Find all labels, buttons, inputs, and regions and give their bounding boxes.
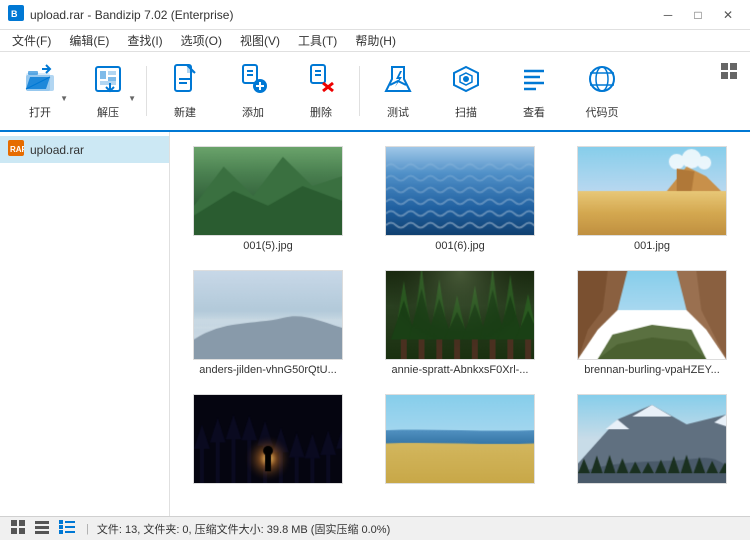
new-icon — [169, 63, 201, 100]
open-button[interactable]: 打开 ▼ — [8, 57, 72, 125]
main-area: RAR upload.rar 001(5).jpg 001(6).jpg 001… — [0, 132, 750, 516]
title-bar-left: B upload.rar - Bandizip 7.02 (Enterprise… — [8, 5, 233, 24]
minimize-button[interactable]: ─ — [654, 5, 682, 25]
sidebar-item-label: upload.rar — [30, 143, 84, 157]
menu-help[interactable]: 帮助(H) — [347, 30, 404, 51]
codepage-label: 代码页 — [586, 104, 619, 120]
list-view-button[interactable] — [32, 519, 52, 538]
status-bar: | 文件: 13, 文件夹: 0, 压缩文件大小: 39.8 MB (固实压缩 … — [0, 516, 750, 540]
maximize-button[interactable]: □ — [684, 5, 712, 25]
file-name-0: 001(5).jpg — [243, 240, 293, 252]
thumb-image-5 — [577, 270, 727, 360]
delete-label: 删除 — [310, 104, 332, 120]
file-name-1: 001(6).jpg — [435, 240, 485, 252]
file-item-1[interactable]: 001(6).jpg — [372, 142, 548, 256]
title-text: upload.rar - Bandizip 7.02 (Enterprise) — [30, 8, 233, 22]
detail-view-button[interactable] — [56, 519, 78, 538]
codepage-icon — [586, 63, 618, 100]
scan-icon — [450, 63, 482, 100]
sep-2 — [359, 66, 360, 116]
view-label: 查看 — [523, 104, 545, 120]
test-button[interactable]: 测试 — [366, 57, 430, 125]
thumb-image-7 — [385, 394, 535, 484]
file-name-2: 001.jpg — [634, 240, 670, 252]
new-button[interactable]: 新建 — [153, 57, 217, 125]
sidebar-item-rar[interactable]: RAR upload.rar — [0, 136, 169, 163]
add-button[interactable]: 添加 — [221, 57, 285, 125]
new-label: 新建 — [174, 104, 196, 120]
open-label: 打开 — [29, 104, 51, 120]
status-view-icons — [8, 519, 78, 538]
rar-icon: RAR — [8, 140, 24, 159]
file-item-2[interactable]: 001.jpg — [564, 142, 740, 256]
grid-view-button[interactable] — [8, 519, 28, 538]
file-item-3[interactable]: anders-jilden-vhnG50rQtU... — [180, 266, 356, 380]
app-icon: B — [8, 5, 24, 24]
toolbar: 打开 ▼ 解压 ▼ — [0, 52, 750, 132]
sep-1 — [146, 66, 147, 116]
extract-icon — [92, 63, 124, 100]
thumbnail-grid: 001(5).jpg 001(6).jpg 001.jpg anders-jil… — [180, 142, 740, 492]
file-item-8[interactable] — [564, 390, 740, 492]
menu-tools[interactable]: 工具(T) — [290, 30, 345, 51]
extract-arrow: ▼ — [128, 94, 136, 103]
view-icon — [518, 63, 550, 100]
thumb-image-6 — [193, 394, 343, 484]
layout-toggle[interactable] — [716, 58, 742, 87]
file-view[interactable]: 001(5).jpg 001(6).jpg 001.jpg anders-jil… — [170, 132, 750, 516]
extract-button[interactable]: 解压 ▼ — [76, 57, 140, 125]
file-name-5: brennan-burling-vpaHZEY... — [584, 364, 720, 376]
view-button[interactable]: 查看 — [502, 57, 566, 125]
scan-button[interactable]: 扫描 — [434, 57, 498, 125]
open-arrow: ▼ — [60, 94, 68, 103]
close-button[interactable]: ✕ — [714, 5, 742, 25]
title-bar-controls: ─ □ ✕ — [654, 5, 742, 25]
thumb-image-1 — [385, 146, 535, 236]
file-item-5[interactable]: brennan-burling-vpaHZEY... — [564, 266, 740, 380]
thumb-image-2 — [577, 146, 727, 236]
title-bar: B upload.rar - Bandizip 7.02 (Enterprise… — [0, 0, 750, 30]
add-label: 添加 — [242, 104, 264, 120]
menu-view[interactable]: 视图(V) — [232, 30, 288, 51]
file-item-7[interactable] — [372, 390, 548, 492]
file-item-4[interactable]: annie-spratt-AbnkxsF0Xrl-... — [372, 266, 548, 380]
menu-file[interactable]: 文件(F) — [4, 30, 59, 51]
thumb-image-3 — [193, 270, 343, 360]
file-name-3: anders-jilden-vhnG50rQtU... — [199, 364, 337, 376]
scan-label: 扫描 — [455, 104, 477, 120]
delete-icon — [305, 63, 337, 100]
sidebar: RAR upload.rar — [0, 132, 170, 516]
test-icon — [382, 63, 414, 100]
file-item-0[interactable]: 001(5).jpg — [180, 142, 356, 256]
status-text: 文件: 13, 文件夹: 0, 压缩文件大小: 39.8 MB (固实压缩 0.… — [97, 521, 390, 537]
thumb-image-0 — [193, 146, 343, 236]
file-item-6[interactable] — [180, 390, 356, 492]
test-label: 测试 — [387, 104, 409, 120]
status-separator: | — [86, 523, 89, 535]
open-icon — [24, 63, 56, 100]
menu-find[interactable]: 查找(I) — [119, 30, 170, 51]
menu-edit[interactable]: 编辑(E) — [61, 30, 117, 51]
svg-text:RAR: RAR — [10, 145, 24, 154]
menu-bar: 文件(F) 编辑(E) 查找(I) 选项(O) 视图(V) 工具(T) 帮助(H… — [0, 30, 750, 52]
menu-options[interactable]: 选项(O) — [173, 30, 230, 51]
file-name-4: annie-spratt-AbnkxsF0Xrl-... — [392, 364, 529, 376]
svg-text:B: B — [11, 9, 18, 19]
extract-label: 解压 — [97, 104, 119, 120]
thumb-image-8 — [577, 394, 727, 484]
thumb-image-4 — [385, 270, 535, 360]
delete-button[interactable]: 删除 — [289, 57, 353, 125]
add-icon — [237, 63, 269, 100]
codepage-button[interactable]: 代码页 — [570, 57, 634, 125]
